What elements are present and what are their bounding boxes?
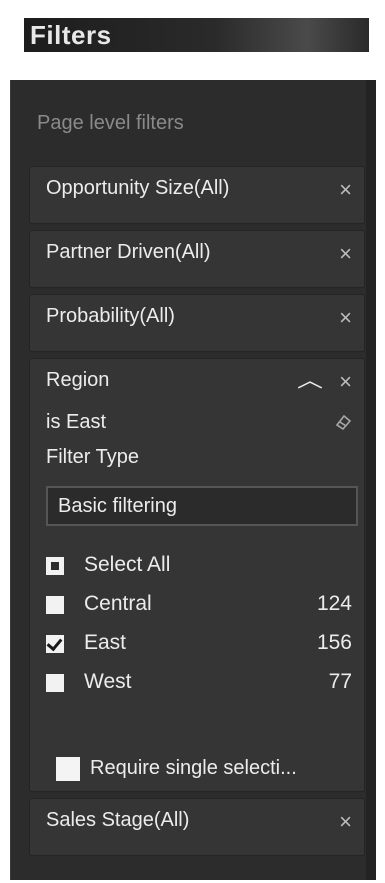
filter-type-label: Filter Type xyxy=(46,446,139,468)
option-label: Central xyxy=(84,592,152,615)
filter-condition: is East xyxy=(46,411,107,433)
option-central[interactable]: Central 124 xyxy=(46,590,352,620)
pane-scroll-edge[interactable] xyxy=(366,80,376,880)
option-east[interactable]: East 156 xyxy=(46,629,352,659)
filters-pane: Page level filters Opportunity Size(All)… xyxy=(10,80,376,880)
filter-card-label: Partner Driven(All) xyxy=(46,241,211,263)
require-single-checkbox[interactable] xyxy=(56,757,80,781)
close-icon[interactable]: × xyxy=(339,179,352,201)
option-count: 156 xyxy=(316,631,352,654)
filter-card-partner-driven[interactable]: Partner Driven(All) × xyxy=(29,230,365,288)
filters-title: Filters xyxy=(24,18,369,52)
close-icon[interactable]: × xyxy=(339,371,352,393)
option-label: Select All xyxy=(84,553,171,576)
close-icon[interactable]: × xyxy=(339,243,352,265)
filter-type-dropdown[interactable]: Basic filtering xyxy=(46,486,358,526)
option-count: 77 xyxy=(328,670,352,693)
filter-card-label: Sales Stage(All) xyxy=(46,809,190,831)
require-single-label: Require single selecti... xyxy=(90,757,297,779)
filter-card-opportunity-size[interactable]: Opportunity Size(All) × xyxy=(29,166,365,224)
filter-card-sales-stage[interactable]: Sales Stage(All) × xyxy=(29,798,365,856)
option-label: East xyxy=(84,631,127,654)
option-count: 124 xyxy=(316,592,352,615)
require-single-selection[interactable]: Require single selecti... xyxy=(56,751,356,785)
checkbox-east[interactable] xyxy=(46,635,64,653)
checkbox-select-all[interactable] xyxy=(46,557,64,575)
filter-card-label: Region xyxy=(46,369,110,391)
checkbox-west[interactable] xyxy=(46,674,64,692)
chevron-up-icon[interactable]: ︿ xyxy=(297,371,323,391)
option-label: West xyxy=(84,670,132,693)
filter-card-probability[interactable]: Probability(All) × xyxy=(29,294,365,352)
filter-card-region: Region ︿ × is East Filter Type Basic fil… xyxy=(29,358,365,792)
option-west[interactable]: West 77 xyxy=(46,668,352,698)
close-icon[interactable]: × xyxy=(339,307,352,329)
eraser-icon[interactable] xyxy=(334,413,352,431)
filter-card-label: Opportunity Size(All) xyxy=(46,177,230,199)
section-title: Page level filters xyxy=(37,112,184,134)
filter-card-label: Probability(All) xyxy=(46,305,175,327)
checkbox-central[interactable] xyxy=(46,596,64,614)
option-select-all[interactable]: Select All xyxy=(46,551,346,581)
close-icon[interactable]: × xyxy=(339,811,352,833)
